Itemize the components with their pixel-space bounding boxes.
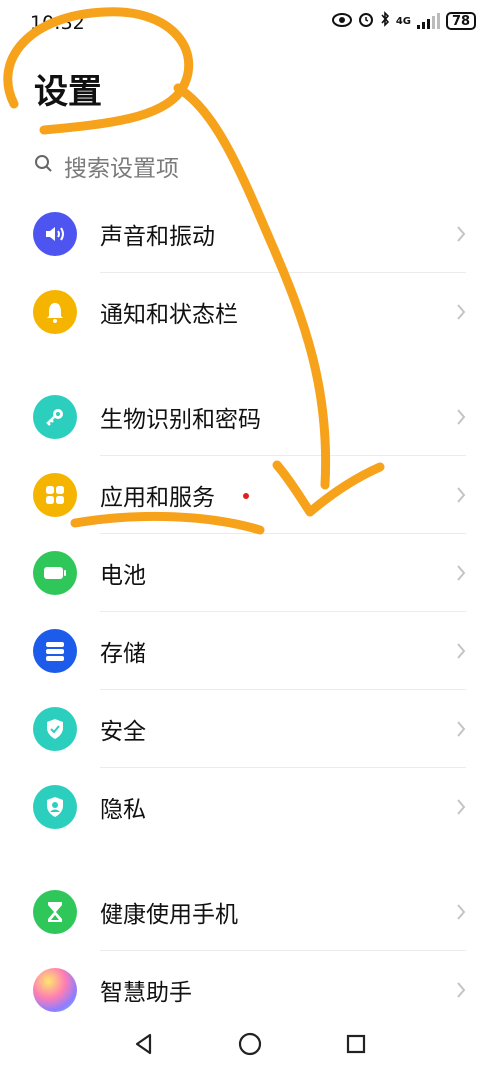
privacy-icon: [33, 785, 77, 829]
home-button[interactable]: [234, 1028, 266, 1060]
status-bar: 10:32 4G 78: [0, 0, 500, 46]
navigation-bar: [0, 1020, 500, 1069]
apps-grid-icon: [33, 473, 77, 517]
chevron-right-icon: [457, 643, 466, 659]
bluetooth-icon: [380, 11, 390, 31]
chevron-right-icon: [457, 982, 466, 998]
speaker-icon: [33, 212, 77, 256]
settings-item-biometrics[interactable]: 生物识别和密码: [0, 378, 500, 456]
chevron-right-icon: [457, 721, 466, 737]
network-type: 4G: [395, 15, 411, 27]
settings-item-security[interactable]: 安全: [0, 690, 500, 768]
shield-icon: [33, 707, 77, 751]
settings-item-label: 生物识别和密码: [100, 407, 261, 433]
settings-item-label: 电池: [100, 563, 146, 589]
search-icon: [34, 154, 54, 178]
search-bar[interactable]: 搜索设置项: [34, 146, 179, 186]
storage-icon: [33, 629, 77, 673]
hourglass-icon: [33, 890, 77, 934]
alarm-icon: [358, 11, 374, 31]
search-placeholder: 搜索设置项: [64, 156, 179, 182]
settings-item-label: 安全: [100, 719, 146, 745]
settings-item-storage[interactable]: 存储: [0, 612, 500, 690]
settings-item-label: 应用和服务: [100, 485, 215, 511]
settings-item-sound[interactable]: 声音和振动: [0, 195, 500, 273]
chevron-right-icon: [457, 565, 466, 581]
chevron-right-icon: [457, 409, 466, 425]
back-button[interactable]: [128, 1028, 160, 1060]
home-circle-icon: [238, 1032, 262, 1056]
settings-item-notifications[interactable]: 通知和状态栏: [0, 273, 500, 351]
settings-item-label: 通知和状态栏: [100, 302, 238, 328]
battery-indicator: 78: [446, 12, 476, 30]
settings-item-privacy[interactable]: 隐私: [0, 768, 500, 846]
status-time: 10:32: [30, 12, 85, 34]
settings-item-label: 存储: [100, 641, 146, 667]
recents-button[interactable]: [340, 1028, 372, 1060]
settings-item-apps[interactable]: 应用和服务: [0, 456, 500, 534]
settings-item-label: 智慧助手: [100, 980, 192, 1006]
chevron-right-icon: [457, 904, 466, 920]
chevron-right-icon: [457, 799, 466, 815]
recents-square-icon: [346, 1034, 366, 1054]
settings-item-battery[interactable]: 电池: [0, 534, 500, 612]
bell-icon: [33, 290, 77, 334]
back-triangle-icon: [135, 1033, 152, 1055]
settings-item-assistant[interactable]: 智慧助手: [0, 951, 500, 1029]
eye-icon: [331, 12, 352, 31]
chevron-right-icon: [457, 304, 466, 320]
assistant-icon: [33, 968, 77, 1012]
notification-badge: [243, 493, 249, 499]
key-icon: [33, 395, 77, 439]
settings-item-digital-wellbeing[interactable]: 健康使用手机: [0, 873, 500, 951]
status-icons: 4G 78: [331, 11, 476, 31]
settings-item-label: 隐私: [100, 797, 146, 823]
page-title: 设置: [34, 72, 102, 112]
signal-icon: [417, 13, 440, 29]
chevron-right-icon: [457, 226, 466, 242]
settings-item-label: 声音和振动: [100, 224, 215, 250]
chevron-right-icon: [457, 487, 466, 503]
settings-item-label: 健康使用手机: [100, 902, 238, 928]
battery-icon: [33, 551, 77, 595]
